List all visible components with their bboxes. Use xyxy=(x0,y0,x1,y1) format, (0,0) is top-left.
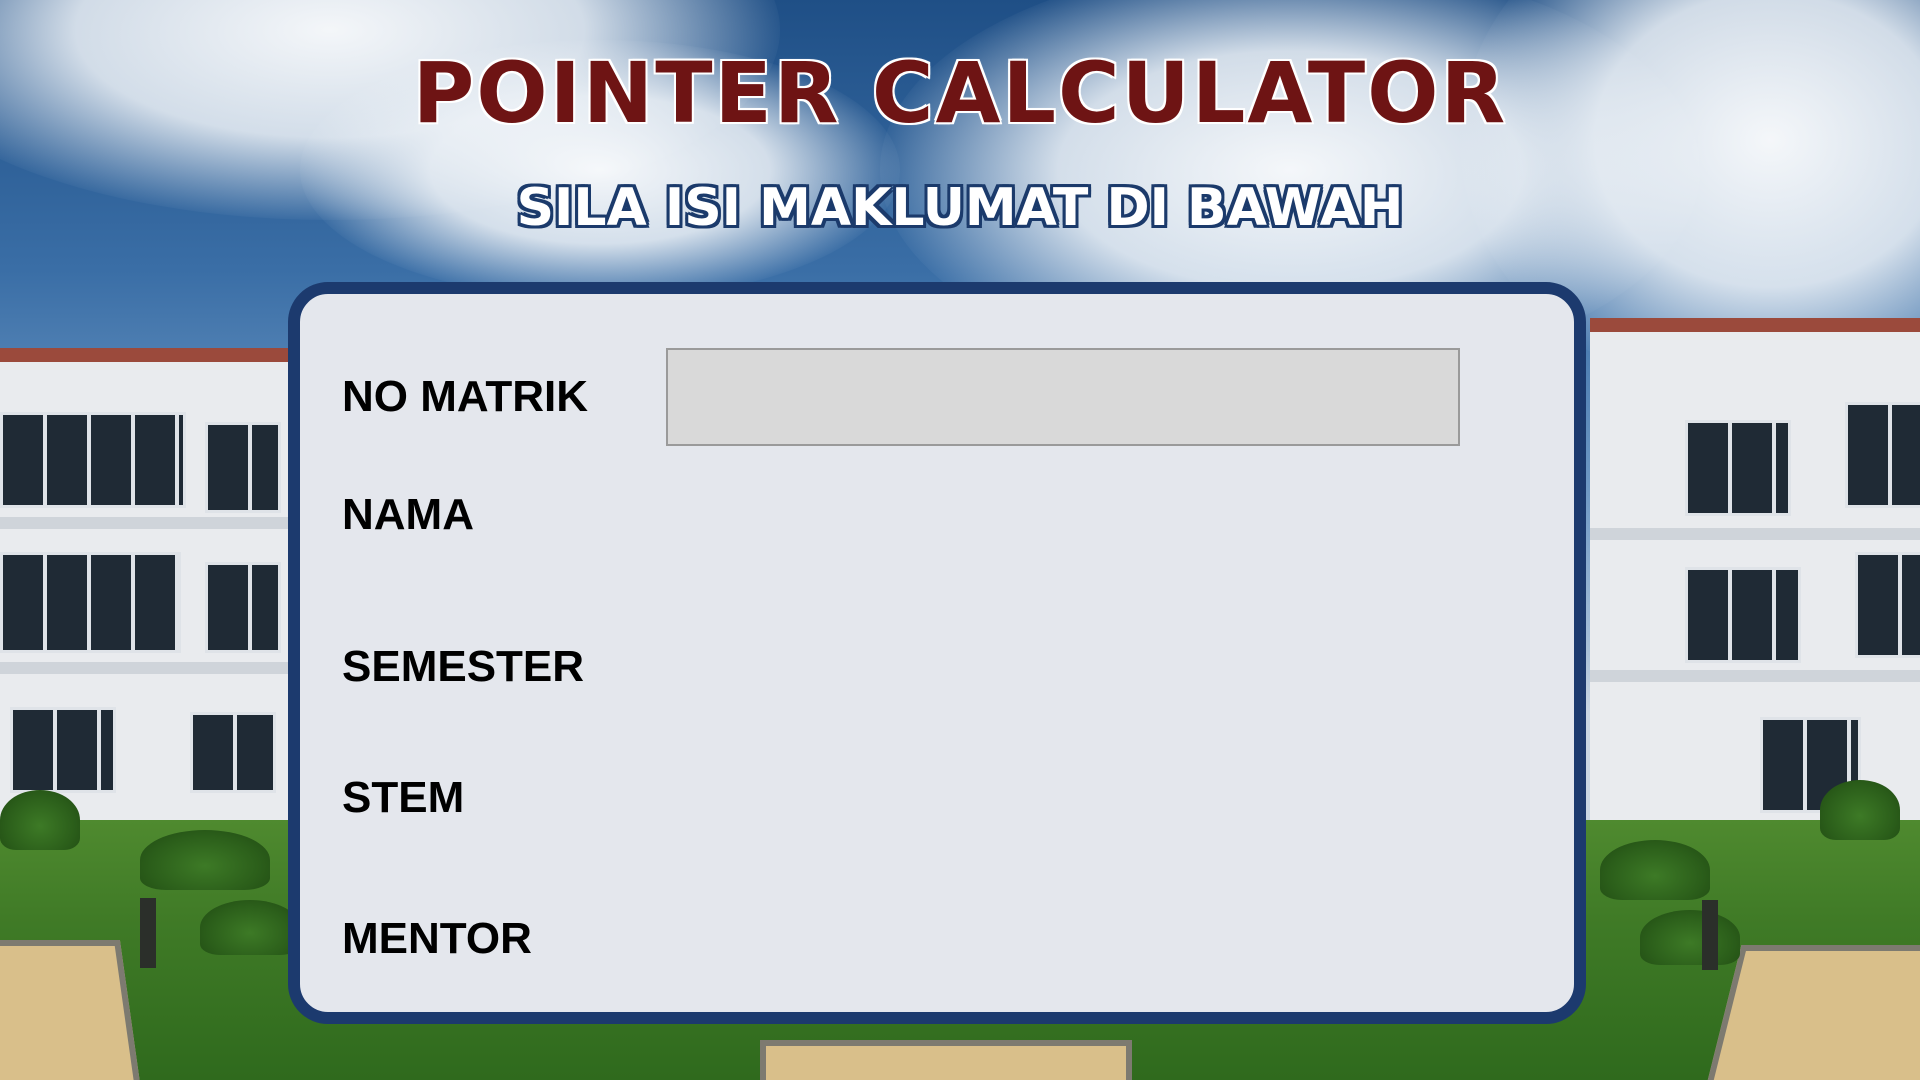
floor-band xyxy=(0,517,310,529)
lamp-post xyxy=(140,898,156,968)
floor-band xyxy=(1590,670,1920,682)
no-matrik-input[interactable] xyxy=(666,348,1460,446)
window-row xyxy=(1685,567,1801,663)
no-matrik-label: NO MATRIK xyxy=(342,372,589,421)
bush xyxy=(200,900,300,955)
form-card: NO MATRIK NAMA SEMESTER STEM MENTOR xyxy=(288,282,1586,1024)
nama-label: NAMA xyxy=(342,490,474,539)
page-subtitle: SILA ISI MAKLUMAT DI BAWAH xyxy=(516,178,1404,238)
window-row xyxy=(1685,420,1791,516)
window-row xyxy=(1845,402,1920,508)
path-left xyxy=(0,940,145,1080)
window-row xyxy=(0,412,186,508)
bush xyxy=(140,830,270,890)
path-center xyxy=(760,1040,1132,1080)
mentor-label: MENTOR xyxy=(342,914,532,963)
floor-band xyxy=(1590,528,1920,540)
building-left xyxy=(0,348,310,832)
window-row xyxy=(205,562,281,653)
bush xyxy=(1600,840,1710,900)
page-title: POINTER CALCULATOR xyxy=(411,43,1508,144)
stem-label: STEM xyxy=(342,773,465,822)
window-row xyxy=(205,422,281,513)
window-row xyxy=(10,707,116,793)
building-right xyxy=(1590,318,1920,832)
semester-label: SEMESTER xyxy=(342,642,585,691)
window-row xyxy=(0,552,181,653)
bush xyxy=(1640,910,1740,965)
window-row xyxy=(1855,552,1920,658)
window-row xyxy=(190,712,276,793)
floor-band xyxy=(0,662,310,674)
bush xyxy=(1820,780,1900,840)
lamp-post xyxy=(1702,900,1718,970)
bush xyxy=(0,790,80,850)
